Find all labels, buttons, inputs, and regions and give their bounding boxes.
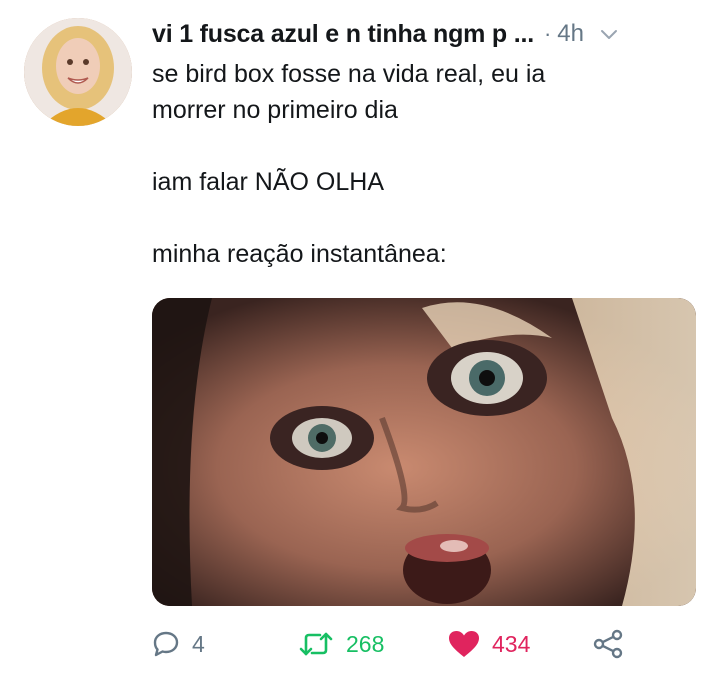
tweet-actions: 4 268 434 bbox=[152, 624, 692, 664]
share-button[interactable] bbox=[592, 624, 624, 664]
avatar[interactable] bbox=[24, 18, 132, 126]
reply-count: 4 bbox=[192, 630, 205, 657]
tweet-media-image[interactable] bbox=[152, 298, 696, 606]
tweet-header: vi 1 fusca azul e n tinha ngm p ... · 4h bbox=[152, 18, 702, 50]
retweet-count: 268 bbox=[346, 630, 385, 657]
like-button[interactable]: 434 bbox=[448, 624, 530, 664]
tweet-text: se bird box fosse na vida real, eu ia mo… bbox=[152, 56, 692, 272]
tweet-line: se bird box fosse na vida real, eu ia bbox=[152, 60, 546, 88]
heart-icon bbox=[449, 631, 479, 657]
tweet-line: minha reação instantânea: bbox=[152, 240, 447, 268]
reply-button[interactable]: 4 bbox=[152, 624, 205, 664]
tweet-line: iam falar NÃO OLHA bbox=[152, 168, 385, 196]
reply-icon bbox=[153, 631, 179, 657]
tweet-line: morrer no primeiro dia bbox=[152, 96, 398, 124]
timestamp[interactable]: 4h bbox=[557, 20, 584, 48]
retweet-button[interactable]: 268 bbox=[298, 624, 384, 664]
display-name[interactable]: vi 1 fusca azul e n tinha ngm p ... bbox=[152, 20, 534, 49]
chevron-down-icon[interactable] bbox=[598, 23, 620, 45]
retweet-icon bbox=[299, 632, 333, 656]
share-icon bbox=[593, 629, 623, 659]
separator-dot: · bbox=[543, 21, 552, 46]
like-count: 434 bbox=[492, 630, 531, 657]
